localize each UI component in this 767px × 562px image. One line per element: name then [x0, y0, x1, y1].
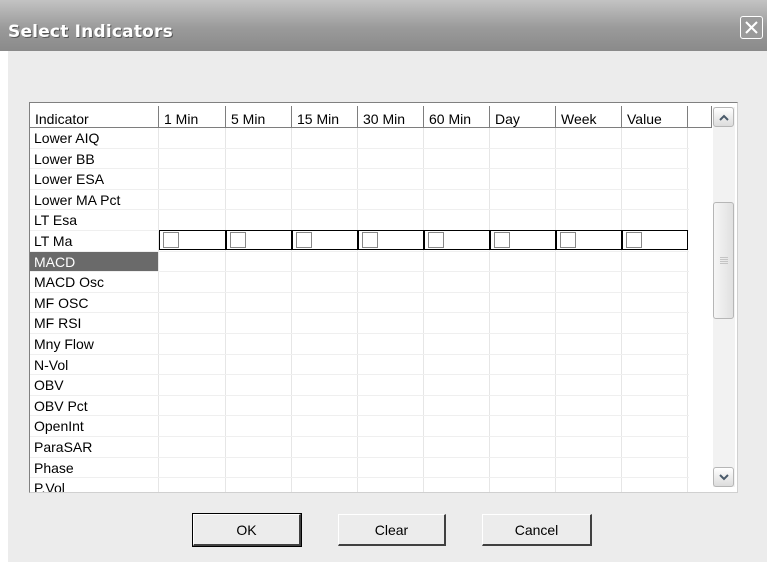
table-row[interactable]: Lower ESA — [30, 169, 710, 190]
clear-button[interactable]: Clear — [338, 514, 446, 546]
table-row[interactable]: OBV — [30, 375, 710, 396]
table-row[interactable]: Lower MA Pct — [30, 190, 710, 211]
table-row[interactable]: ParaSAR — [30, 437, 710, 458]
checkbox-cell-divider — [423, 231, 425, 249]
table-row[interactable]: MF OSC — [30, 293, 710, 314]
checkbox-cell-divider — [225, 231, 227, 249]
scroll-up-button[interactable] — [713, 107, 734, 127]
table-row[interactable]: Phase — [30, 458, 710, 479]
checkbox-cell-divider — [291, 231, 293, 249]
close-button[interactable] — [740, 16, 763, 39]
column-header-indicator[interactable]: Indicator — [30, 106, 159, 128]
indicator-name: Lower ESA — [34, 171, 105, 188]
ok-button[interactable]: OK — [192, 513, 302, 547]
scroll-thumb[interactable] — [713, 202, 734, 319]
checkbox-cell-divider — [489, 231, 491, 249]
table-row[interactable]: Lower AIQ — [30, 128, 710, 149]
column-header-value[interactable]: Value — [622, 106, 688, 128]
indicator-name: Lower BB — [34, 150, 95, 167]
indicator-name: Mny Flow — [34, 336, 94, 352]
indicator-name: OBV — [34, 377, 64, 394]
indicator-name: N-Vol — [34, 356, 69, 373]
title-bar: Select Indicators — [0, 0, 767, 51]
indicator-name: MACD Osc — [34, 274, 104, 291]
select-indicators-dialog: Select Indicators Indicator 1 Min 5 Min 15 … — [0, 0, 767, 562]
table-row[interactable]: P.Vol — [30, 478, 710, 493]
table-row[interactable]: MF RSI — [30, 313, 710, 334]
vertical-scrollbar[interactable] — [713, 107, 735, 487]
indicator-name: P.Vol — [34, 480, 65, 493]
indicator-name: MF OSC — [34, 294, 89, 311]
close-icon — [745, 21, 758, 34]
dialog-title: Select Indicators — [8, 22, 173, 42]
indicator-name: OBV Pct — [34, 397, 88, 414]
indicator-name: LT Ma — [34, 233, 73, 249]
checkbox-60-min[interactable] — [428, 232, 444, 248]
checkbox-cell-divider — [555, 231, 557, 249]
checkbox-cell-divider — [357, 231, 359, 249]
column-header-5-min[interactable]: 5 Min — [226, 106, 292, 128]
column-header-week[interactable]: Week — [556, 106, 622, 128]
table-row[interactable]: MACD — [30, 251, 710, 273]
column-header-empty — [688, 106, 712, 128]
table-row[interactable]: MACD Osc — [30, 272, 710, 293]
column-header-day[interactable]: Day — [490, 106, 556, 128]
indicator-name: MF RSI — [34, 315, 82, 332]
checkbox-value[interactable] — [626, 232, 642, 248]
checkbox-15-min[interactable] — [296, 232, 312, 248]
cancel-button[interactable]: Cancel — [482, 514, 592, 546]
checkbox-5-min[interactable] — [230, 232, 246, 248]
checkbox-cell-divider — [621, 231, 623, 249]
table-row[interactable]: N-Vol — [30, 355, 710, 376]
indicator-name: ParaSAR — [34, 439, 93, 455]
indicator-grid[interactable]: Indicator 1 Min 5 Min 15 Min 30 Min 60 Min Day… — [29, 102, 738, 493]
indicator-name: Lower AIQ — [34, 130, 100, 146]
indicator-name: MACD — [30, 251, 158, 273]
checkbox-week[interactable] — [560, 232, 576, 248]
column-header-60-min[interactable]: 60 Min — [424, 106, 490, 128]
table-row[interactable]: Lower BB — [30, 149, 710, 170]
indicator-name: Phase — [34, 459, 74, 476]
chevron-down-icon — [719, 474, 729, 481]
table-row[interactable]: LT Esa — [30, 210, 710, 231]
selected-row-checkboxes — [159, 230, 688, 250]
chevron-up-icon — [719, 114, 729, 121]
column-header-15-min[interactable]: 15 Min — [292, 106, 358, 128]
indicator-name: Lower MA Pct — [34, 191, 121, 208]
indicator-name: LT Esa — [34, 212, 78, 229]
checkbox-day[interactable] — [494, 232, 510, 248]
checkbox-30-min[interactable] — [362, 232, 378, 248]
table-row[interactable]: OBV Pct — [30, 396, 710, 417]
column-header-1-min[interactable]: 1 Min — [159, 106, 226, 128]
scroll-down-button[interactable] — [713, 467, 734, 487]
column-header-30-min[interactable]: 30 Min — [358, 106, 424, 128]
table-row[interactable]: Mny Flow — [30, 334, 710, 355]
indicator-name: OpenInt — [34, 418, 84, 435]
table-row[interactable]: OpenInt — [30, 416, 710, 437]
checkbox-1-min[interactable] — [163, 232, 179, 248]
